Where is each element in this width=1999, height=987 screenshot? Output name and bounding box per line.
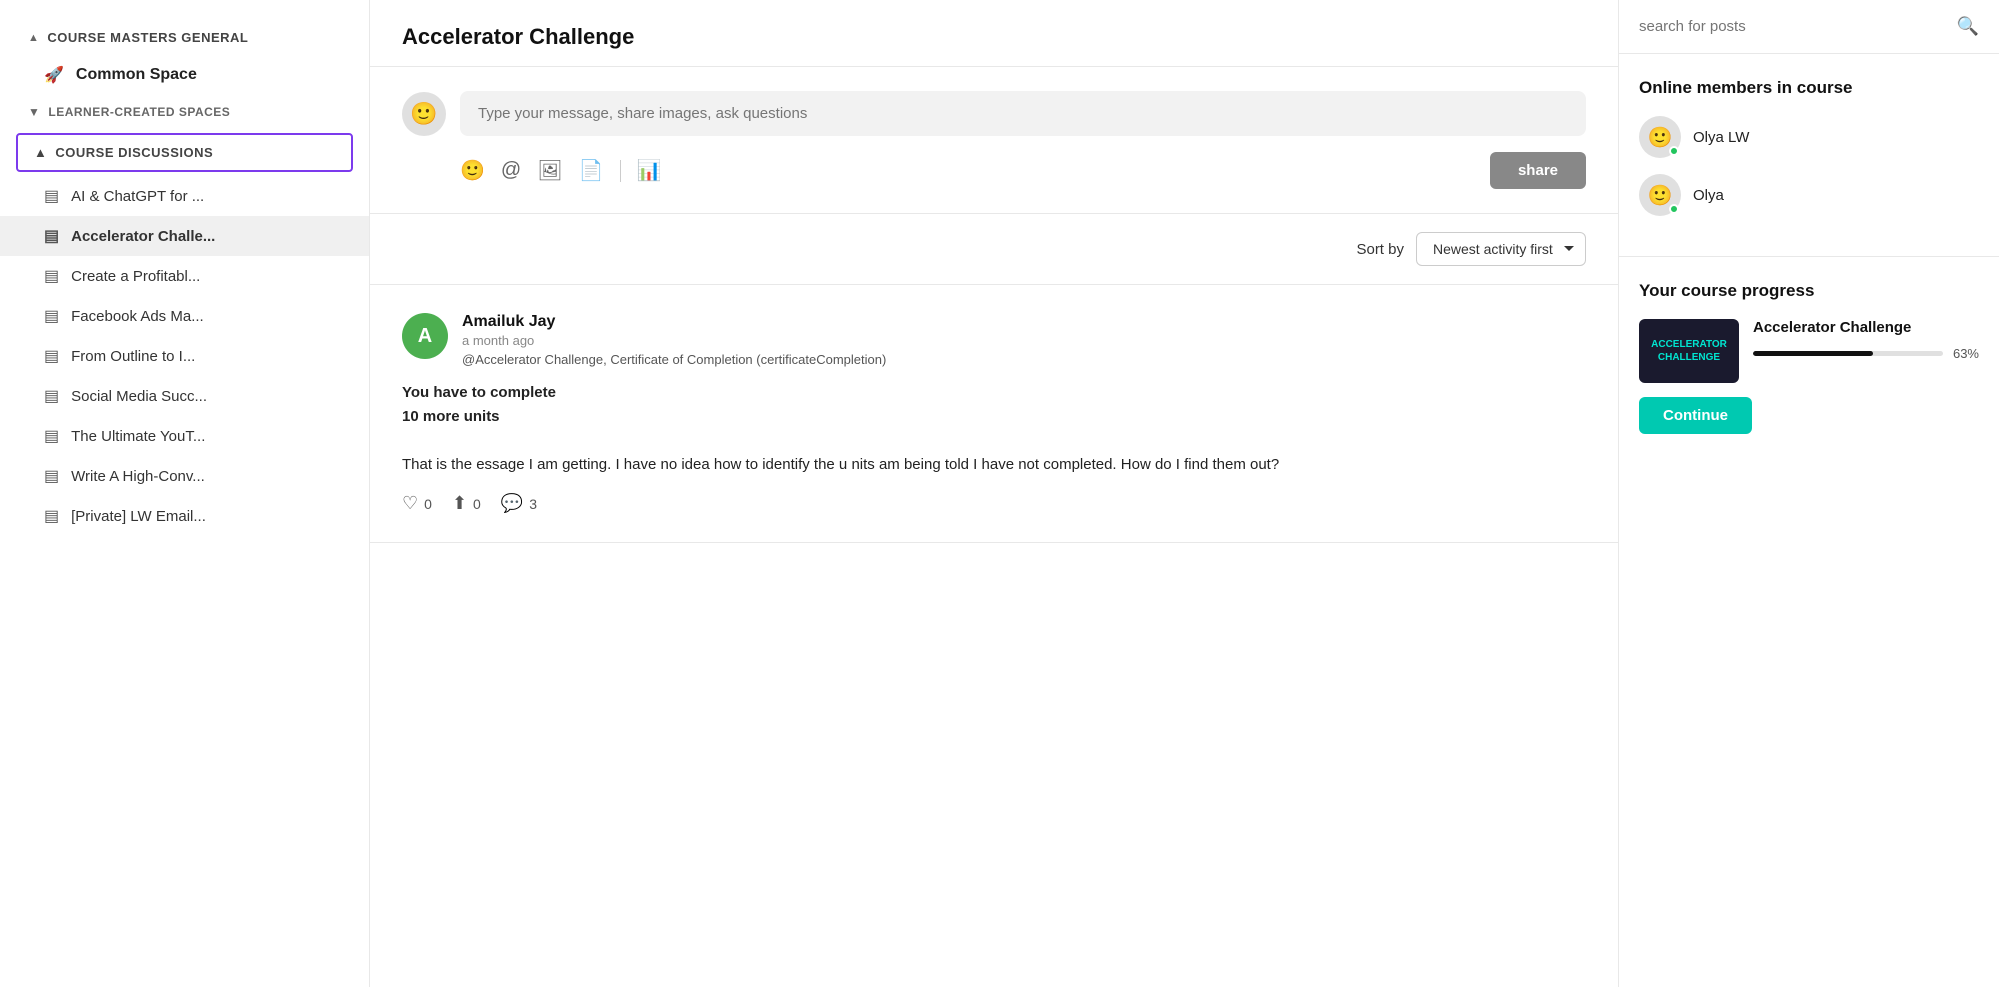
sidebar-item-ultimate-youtube[interactable]: ▤ The Ultimate YouT... (0, 416, 369, 456)
sidebar-section-learner-created[interactable]: ▼ LEARNER-CREATED SPACES (0, 95, 369, 129)
message-input-row: 🙂 (402, 91, 1586, 136)
chevron-down-icon: ▼ (28, 105, 40, 119)
course-progress-section: Your course progress ACCELERATORCHALLENG… (1619, 257, 1999, 458)
member-avatar-olya: 🙂 (1639, 174, 1681, 216)
toolbar-divider (620, 160, 621, 182)
sort-select[interactable]: Newest activity first Oldest activity fi… (1416, 232, 1586, 266)
member-avatar-olya-lw: 🙂 (1639, 116, 1681, 158)
document-icon: ▤ (44, 506, 59, 526)
post-author-avatar: A (402, 313, 448, 359)
repost-icon: ⬆ (452, 493, 467, 514)
message-compose-area: 🙂 🙂 @ 🖼 📄 📊 share (370, 67, 1618, 214)
member-name-olya: Olya (1693, 187, 1724, 204)
course-info: Accelerator Challenge 63% (1753, 319, 1979, 361)
right-panel: 🔍 Online members in course 🙂 Olya LW 🙂 O… (1619, 0, 1999, 987)
sidebar-item-from-outline[interactable]: ▤ From Outline to I... (0, 336, 369, 376)
post-header: A Amailuk Jay a month ago @Accelerator C… (402, 313, 1586, 367)
main-content: Accelerator Challenge 🙂 🙂 @ 🖼 📄 📊 share … (370, 0, 1619, 987)
comment-count: 3 (529, 496, 537, 512)
share-button[interactable]: share (1490, 152, 1586, 189)
progress-bar-bg (1753, 351, 1943, 356)
post-meta: Amailuk Jay a month ago @Accelerator Cha… (462, 313, 1586, 367)
sort-bar: Sort by Newest activity first Oldest act… (370, 214, 1618, 285)
comment-icon: 💬 (501, 493, 523, 514)
like-count: 0 (424, 496, 432, 512)
sidebar-item-common-space[interactable]: 🚀 Common Space (0, 55, 369, 95)
post: A Amailuk Jay a month ago @Accelerator C… (370, 285, 1618, 543)
progress-section-title: Your course progress (1639, 281, 1979, 301)
online-indicator (1669, 204, 1679, 214)
post-body: You have to complete10 more units That i… (402, 381, 1586, 477)
rocket-icon: 🚀 (44, 65, 64, 85)
progress-card: ACCELERATORCHALLENGE Accelerator Challen… (1639, 319, 1979, 383)
document-icon: ▤ (44, 346, 59, 366)
attachment-icon[interactable]: 📄 (579, 158, 604, 183)
document-icon: ▤ (44, 186, 59, 206)
emoji-icon[interactable]: 🙂 (460, 158, 485, 183)
sidebar-section-course-masters-label: COURSE MASTERS GENERAL (47, 30, 248, 45)
course-thumbnail: ACCELERATORCHALLENGE (1639, 319, 1739, 383)
sort-label: Sort by (1356, 241, 1404, 258)
sidebar-item-create-profitable[interactable]: ▤ Create a Profitabl... (0, 256, 369, 296)
chart-icon[interactable]: 📊 (637, 158, 662, 183)
sidebar-item-social-media[interactable]: ▤ Social Media Succ... (0, 376, 369, 416)
document-icon: ▤ (44, 226, 59, 246)
continue-button[interactable]: Continue (1639, 397, 1752, 434)
online-members-section: Online members in course 🙂 Olya LW 🙂 Oly… (1619, 54, 1999, 257)
thumbnail-text: ACCELERATORCHALLENGE (1647, 334, 1731, 368)
course-name: Accelerator Challenge (1753, 319, 1979, 336)
search-bar: 🔍 (1619, 0, 1999, 54)
member-name-olya-lw: Olya LW (1693, 129, 1749, 146)
comment-action[interactable]: 💬 3 (501, 493, 537, 514)
online-members-title: Online members in course (1639, 78, 1979, 98)
member-item: 🙂 Olya (1639, 174, 1979, 216)
image-icon[interactable]: 🖼 (537, 158, 562, 183)
chevron-up-icon: ▲ (28, 32, 39, 44)
post-body-text: That is the essage I am getting. I have … (402, 456, 1279, 473)
post-author-name: Amailuk Jay (462, 313, 1586, 331)
document-icon: ▤ (44, 426, 59, 446)
like-action[interactable]: ♡ 0 (402, 493, 432, 514)
page-header: Accelerator Challenge (370, 0, 1618, 67)
post-actions: ♡ 0 ⬆ 0 💬 3 (402, 493, 1586, 514)
progress-percentage: 63% (1953, 346, 1979, 361)
repost-action[interactable]: ⬆ 0 (452, 493, 481, 514)
progress-bar-wrap: 63% (1753, 346, 1979, 361)
message-input[interactable] (460, 91, 1586, 136)
page-title: Accelerator Challenge (402, 24, 1586, 50)
post-body-highlight: You have to complete10 more units (402, 384, 556, 425)
sidebar-section-course-discussions[interactable]: ▲ COURSE DISCUSSIONS (16, 133, 353, 172)
mention-icon[interactable]: @ (501, 159, 521, 182)
message-toolbar: 🙂 @ 🖼 📄 📊 share (402, 152, 1586, 189)
sidebar-item-accelerator-challenge[interactable]: ▤ Accelerator Challe... (0, 216, 369, 256)
sidebar-item-high-converting[interactable]: ▤ Write A High-Conv... (0, 456, 369, 496)
current-user-avatar: 🙂 (402, 92, 446, 136)
repost-count: 0 (473, 496, 481, 512)
search-icon: 🔍 (1957, 16, 1979, 37)
sidebar: ▲ COURSE MASTERS GENERAL 🚀 Common Space … (0, 0, 370, 987)
document-icon: ▤ (44, 266, 59, 286)
search-input[interactable] (1639, 18, 1947, 35)
sidebar-item-facebook-ads[interactable]: ▤ Facebook Ads Ma... (0, 296, 369, 336)
post-tag-link[interactable]: @Accelerator Challenge, Certificate of C… (462, 352, 886, 367)
document-icon: ▤ (44, 306, 59, 326)
progress-bar-fill (1753, 351, 1873, 356)
heart-icon: ♡ (402, 493, 418, 514)
post-time: a month ago (462, 333, 1586, 348)
chevron-up-icon-discussions: ▲ (34, 145, 47, 160)
online-indicator (1669, 146, 1679, 156)
sidebar-section-course-masters[interactable]: ▲ COURSE MASTERS GENERAL (0, 20, 369, 55)
sidebar-item-ai-chatgpt[interactable]: ▤ AI & ChatGPT for ... (0, 176, 369, 216)
member-item: 🙂 Olya LW (1639, 116, 1979, 158)
post-tag: @Accelerator Challenge, Certificate of C… (462, 352, 1586, 367)
sidebar-item-private-lw-email[interactable]: ▤ [Private] LW Email... (0, 496, 369, 536)
document-icon: ▤ (44, 386, 59, 406)
document-icon: ▤ (44, 466, 59, 486)
